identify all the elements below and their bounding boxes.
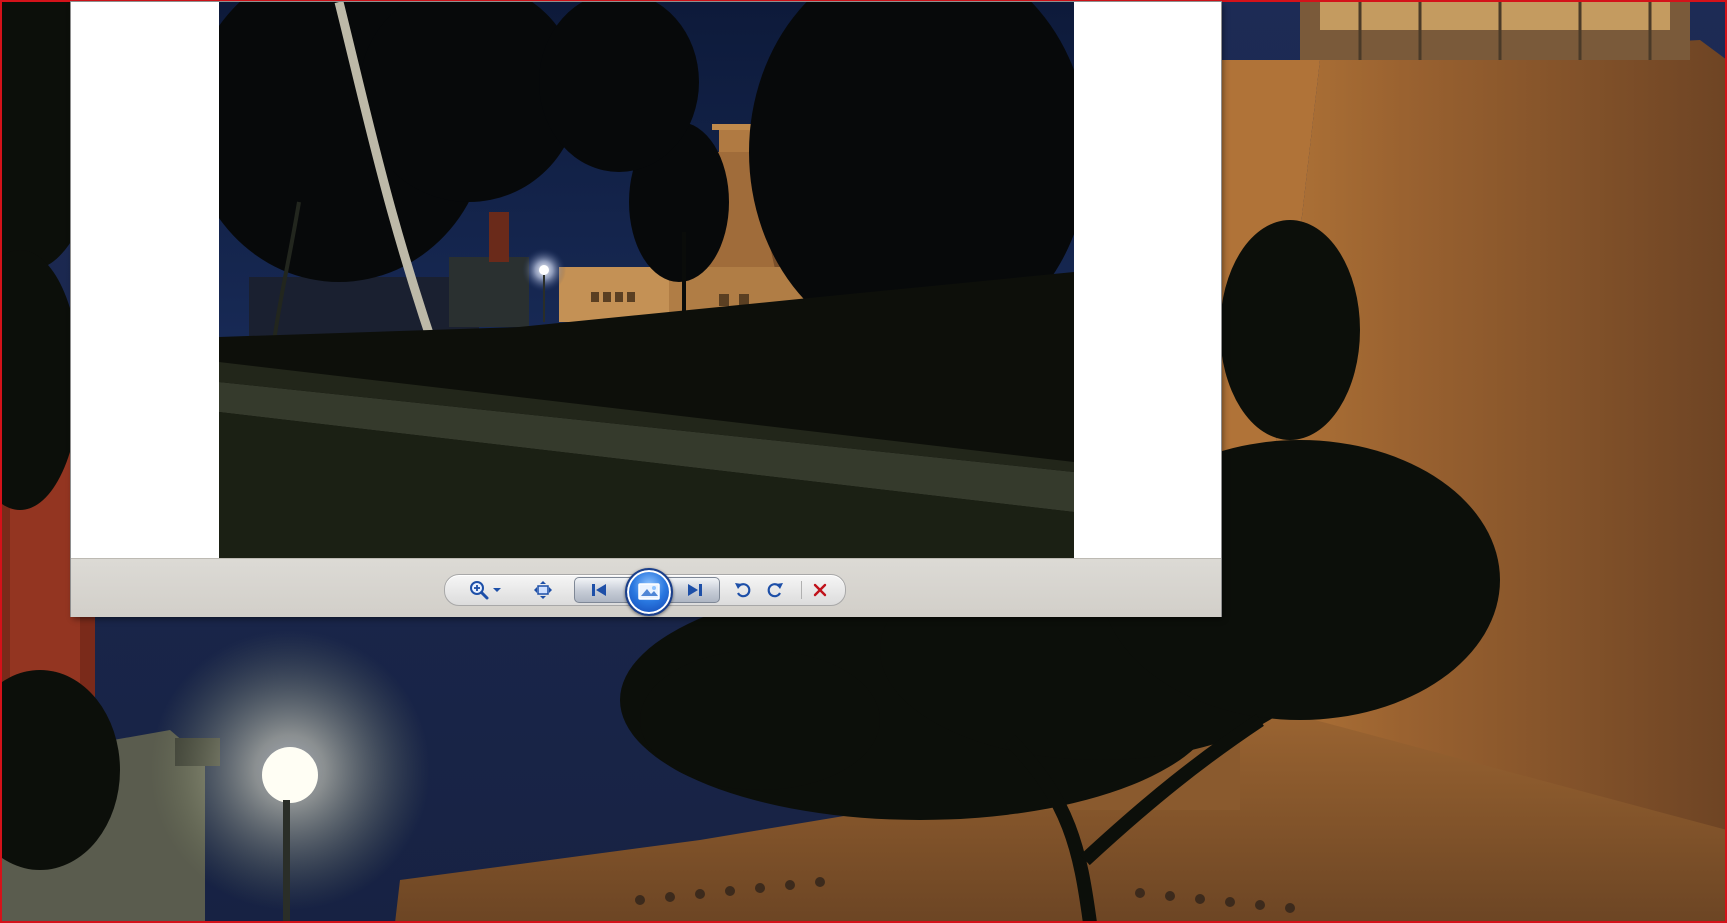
- image-canvas: [71, 2, 1221, 558]
- skip-previous-icon: [592, 584, 606, 596]
- next-button[interactable]: [681, 575, 709, 605]
- photo-viewer-window: [71, 2, 1221, 617]
- skip-next-icon: [688, 584, 702, 596]
- slideshow-button[interactable]: [625, 568, 673, 616]
- dropdown-arrow-icon: [493, 588, 501, 592]
- delete-button[interactable]: [808, 575, 832, 605]
- rotate-counterclockwise-button[interactable]: [731, 575, 755, 605]
- close-x-icon: [813, 583, 827, 597]
- actual-size-button[interactable]: [531, 575, 555, 605]
- previous-button[interactable]: [585, 575, 613, 605]
- magnifier-plus-icon: [470, 581, 489, 600]
- fit-window-icon: [534, 581, 552, 599]
- zoom-menu-button[interactable]: [491, 575, 503, 605]
- rotate-clockwise-button[interactable]: [763, 575, 787, 605]
- zoom-button[interactable]: [467, 575, 491, 605]
- displayed-photo: [219, 2, 1074, 558]
- rotate-left-icon: [735, 583, 751, 598]
- toolbar-separator: [801, 581, 802, 599]
- slideshow-icon: [638, 583, 660, 600]
- toolbar-controls: [444, 568, 846, 616]
- viewer-toolbar: [71, 558, 1221, 617]
- rotate-right-icon: [767, 583, 783, 598]
